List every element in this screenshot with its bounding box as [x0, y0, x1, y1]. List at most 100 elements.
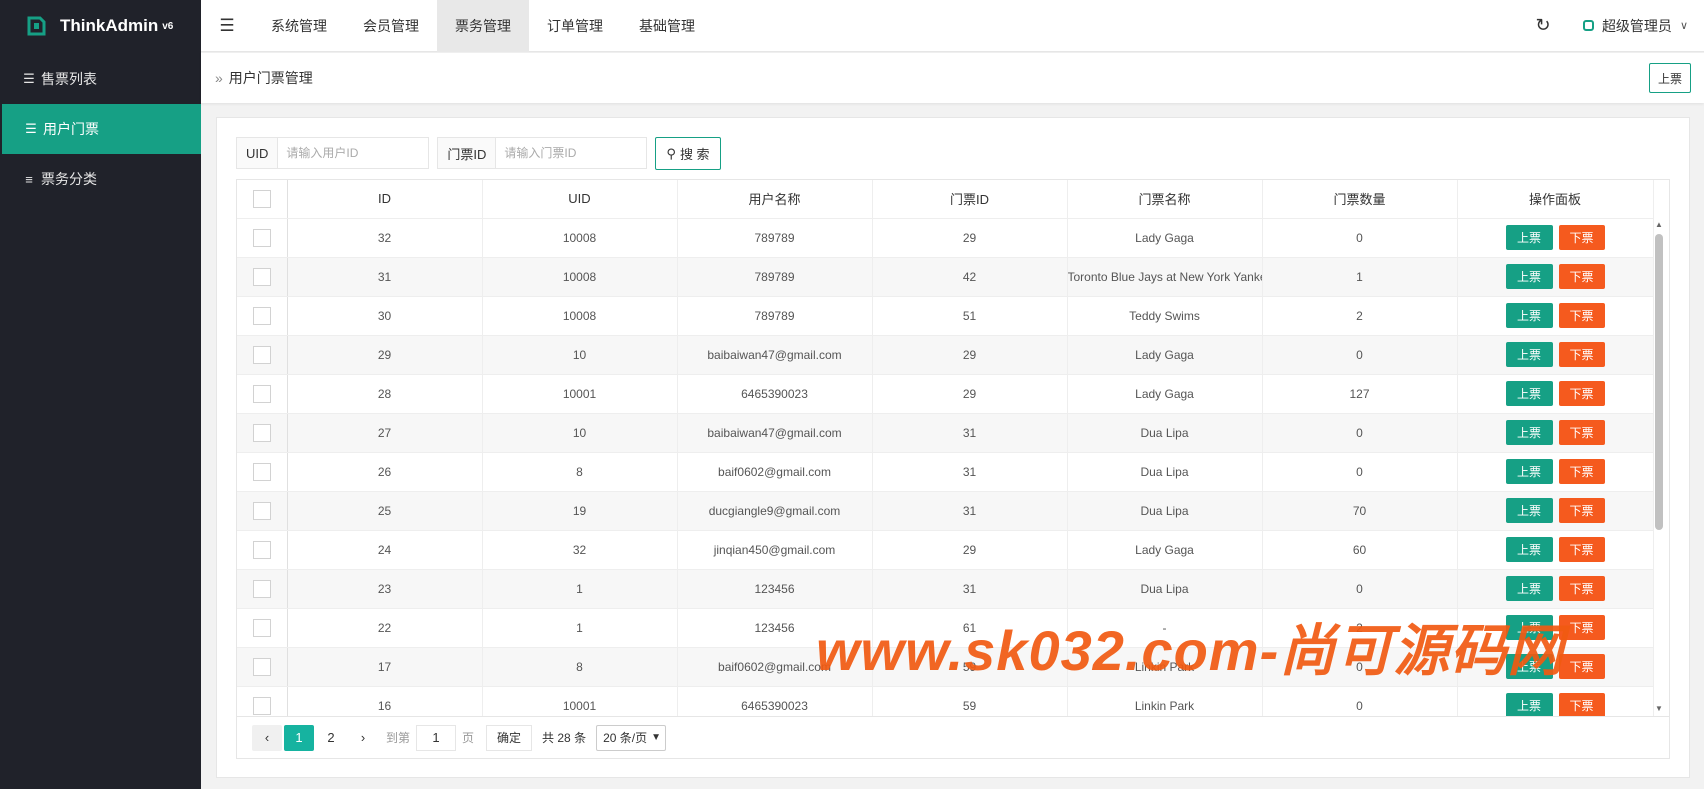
- uid-input[interactable]: [278, 138, 429, 168]
- goto-confirm-button[interactable]: 确定: [486, 724, 533, 751]
- table-row: 17 8 baif0602@gmail.com 59 Linkin Park 0 上票 下票: [237, 647, 1654, 687]
- row-checkbox[interactable]: [252, 228, 271, 247]
- cell-username: baif0602@gmail.com: [677, 647, 873, 687]
- double-chevron-icon: »: [215, 70, 223, 86]
- table-row: 28 10001 6465390023 29 Lady Gaga 127 上票 下票: [237, 374, 1654, 414]
- vertical-scrollbar[interactable]: ▲ ▼: [1651, 218, 1667, 716]
- row-checkbox[interactable]: [252, 579, 271, 598]
- page-2-button[interactable]: 2: [316, 725, 346, 751]
- ticket-down-button[interactable]: 下票: [1558, 225, 1605, 250]
- row-checkbox[interactable]: [252, 501, 271, 520]
- ticket-down-button[interactable]: 下票: [1558, 459, 1605, 484]
- nav-order[interactable]: 订单管理: [529, 0, 621, 52]
- select-all-checkbox[interactable]: [252, 189, 271, 208]
- ticket-up-button[interactable]: 上票: [1505, 381, 1553, 406]
- refresh-icon[interactable]: ↻: [1523, 15, 1563, 36]
- prev-page-button[interactable]: ‹: [252, 724, 282, 751]
- ticket-down-button[interactable]: 下票: [1558, 381, 1605, 406]
- row-checkbox[interactable]: [252, 345, 271, 364]
- table-row: 31 10008 789789 42 Toronto Blue Jays at New …: [237, 257, 1654, 297]
- ticket-up-button[interactable]: 上票: [1505, 420, 1553, 445]
- menu-toggle-icon[interactable]: ☰: [201, 0, 253, 52]
- ticket-down-button[interactable]: 下票: [1558, 537, 1605, 562]
- row-checkbox[interactable]: [252, 423, 271, 442]
- row-checkbox[interactable]: [252, 657, 271, 676]
- cell-ticket-count: 0: [1262, 218, 1458, 258]
- table-row: 16 10001 6465390023 59 Linkin Park 0 上票 下票: [237, 686, 1654, 716]
- sidebar-item-ticket-list[interactable]: ☰ 售票列表: [0, 54, 201, 104]
- cell-actions: 上票 下票: [1457, 374, 1654, 414]
- row-checkbox[interactable]: [252, 306, 271, 325]
- ticket-up-button[interactable]: 上票: [1505, 459, 1553, 484]
- ticket-down-button[interactable]: 下票: [1558, 264, 1605, 289]
- ticket-up-button[interactable]: 上票: [1505, 576, 1553, 601]
- ticket-up-button[interactable]: 上票: [1505, 654, 1553, 679]
- cell-username: jinqian450@gmail.com: [677, 530, 873, 570]
- ticket-up-button[interactable]: 上票: [1505, 342, 1553, 367]
- ticket-down-button[interactable]: 下票: [1558, 654, 1605, 679]
- page-1-button[interactable]: 1: [284, 724, 314, 751]
- goto-page-input[interactable]: 1: [416, 724, 457, 751]
- cell-ticket-id: 51: [872, 296, 1068, 336]
- ticket-down-button[interactable]: 下票: [1558, 498, 1605, 523]
- add-ticket-button[interactable]: 上票: [1648, 63, 1691, 93]
- nav-ticket[interactable]: 票务管理: [437, 0, 529, 52]
- ticket-down-button[interactable]: 下票: [1558, 615, 1605, 640]
- ticket-up-button[interactable]: 上票: [1505, 498, 1553, 523]
- row-checkbox[interactable]: [252, 618, 271, 637]
- ticket-up-button[interactable]: 上票: [1505, 693, 1553, 716]
- cell-ticket-count: 0: [1262, 452, 1458, 492]
- scroll-down-icon[interactable]: ▼: [1651, 702, 1667, 716]
- nav-system[interactable]: 系统管理: [253, 0, 345, 52]
- scroll-up-icon[interactable]: ▲: [1651, 218, 1667, 232]
- cell-uid: 10008: [482, 218, 678, 258]
- sidebar-item-ticket-category[interactable]: ≡ 票务分类: [0, 154, 201, 204]
- cell-id: 28: [287, 374, 483, 414]
- user-avatar-icon: [1582, 20, 1594, 31]
- sidebar-item-label: 售票列表: [41, 71, 97, 87]
- row-checkbox[interactable]: [252, 384, 271, 403]
- ticket-up-button[interactable]: 上票: [1505, 537, 1553, 562]
- row-checkbox[interactable]: [252, 462, 271, 481]
- row-checkbox[interactable]: [252, 267, 271, 286]
- ticket-down-button[interactable]: 下票: [1558, 303, 1605, 328]
- cell-ticket-name: Lady Gaga: [1067, 218, 1263, 258]
- ticket-down-button[interactable]: 下票: [1558, 693, 1605, 716]
- ticket-down-button[interactable]: 下票: [1558, 576, 1605, 601]
- user-menu[interactable]: 超级管理员 ∨: [1563, 16, 1704, 36]
- table-header: ID UID 用户名称 门票ID 门票名称 门票数量 操作面板: [237, 180, 1654, 219]
- cell-id: 25: [287, 491, 483, 531]
- cell-id: 22: [287, 608, 483, 648]
- nav-basic[interactable]: 基础管理: [621, 0, 713, 52]
- nav-member[interactable]: 会员管理: [345, 0, 437, 52]
- cell-uid: 32: [482, 530, 678, 570]
- cell-ticket-count: 0: [1262, 647, 1458, 687]
- sidebar-item-label: 票务分类: [41, 171, 97, 187]
- row-checkbox[interactable]: [252, 696, 271, 715]
- row-select-cell: [237, 647, 288, 687]
- ticket-up-button[interactable]: 上票: [1505, 303, 1553, 328]
- cell-ticket-name: -: [1067, 608, 1263, 648]
- scroll-thumb[interactable]: [1655, 234, 1663, 530]
- table-row: 32 10008 789789 29 Lady Gaga 0 上票 下票: [237, 218, 1654, 258]
- row-checkbox[interactable]: [252, 540, 271, 559]
- search-button[interactable]: ⚲ 搜 索: [655, 137, 721, 170]
- cell-uid: 10: [482, 413, 678, 453]
- ticket-down-button[interactable]: 下票: [1558, 420, 1605, 445]
- ticket-down-button[interactable]: 下票: [1558, 342, 1605, 367]
- cell-uid: 19: [482, 491, 678, 531]
- next-page-button[interactable]: ›: [348, 725, 378, 751]
- ticket-up-button[interactable]: 上票: [1505, 225, 1553, 250]
- uid-field: UID: [236, 137, 430, 169]
- cell-ticket-id: 42: [872, 257, 1068, 297]
- ticket-up-button[interactable]: 上票: [1505, 615, 1553, 640]
- ticket-id-input[interactable]: [496, 138, 647, 168]
- cell-ticket-count: 0: [1262, 569, 1458, 609]
- sidebar-item-user-tickets[interactable]: ☰ 用户门票: [2, 104, 201, 154]
- chevron-down-icon: ∨: [1679, 20, 1688, 32]
- cell-ticket-count: 70: [1262, 491, 1458, 531]
- page-size-select[interactable]: 20 条/页 ▼: [596, 724, 667, 751]
- app-logo[interactable]: ThinkAdmin v6: [0, 0, 201, 52]
- row-select-cell: [237, 491, 288, 531]
- ticket-up-button[interactable]: 上票: [1505, 264, 1553, 289]
